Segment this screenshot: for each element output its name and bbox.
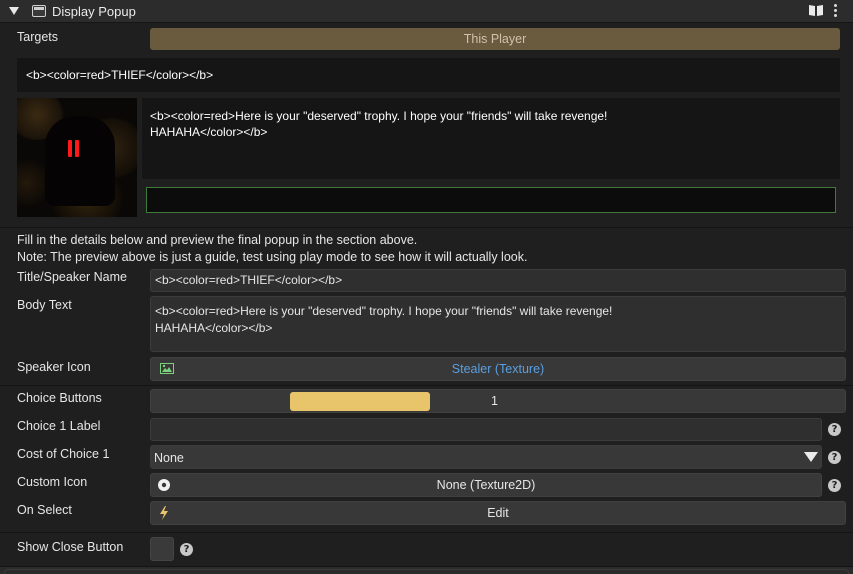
section-divider xyxy=(0,227,853,228)
preview-title: <b><color=red>THIEF</color></b> xyxy=(17,58,840,92)
on-select-label: On Select xyxy=(17,503,72,517)
help-icon[interactable]: ? xyxy=(828,423,841,436)
cost-dropdown-value: None xyxy=(154,451,184,465)
section-divider xyxy=(0,532,853,533)
cost-of-choice-dropdown[interactable]: None xyxy=(150,445,822,469)
horizontal-scrollbar[interactable] xyxy=(4,569,849,574)
slider-fill[interactable] xyxy=(290,392,430,411)
on-select-edit-button[interactable]: Edit xyxy=(150,501,846,525)
cost-of-choice-label: Cost of Choice 1 xyxy=(17,447,110,461)
targets-label: Targets xyxy=(17,30,58,44)
on-select-edit-label: Edit xyxy=(487,506,509,520)
panel-icon xyxy=(32,5,46,17)
help-icon[interactable]: ? xyxy=(828,479,841,492)
choice-buttons-label: Choice Buttons xyxy=(17,391,102,405)
lightning-icon xyxy=(160,506,168,520)
info-text-line-2: Note: The preview above is just a guide,… xyxy=(17,250,528,264)
speaker-icon-field[interactable]: Stealer (Texture) xyxy=(150,357,846,381)
speaker-icon-value: Stealer (Texture) xyxy=(451,362,545,376)
bottom-bar xyxy=(0,566,853,574)
title-speaker-input[interactable]: <b><color=red>THIEF</color></b> xyxy=(150,269,846,292)
object-picker-icon[interactable] xyxy=(157,478,171,492)
choice1-label-label: Choice 1 Label xyxy=(17,419,101,433)
preview-speaker-image xyxy=(17,98,137,217)
preview-body-text: <b><color=red>Here is your "deserved" tr… xyxy=(142,98,840,179)
help-icon[interactable]: ? xyxy=(180,543,193,556)
preview-choice-button[interactable] xyxy=(146,187,836,213)
choice1-label-input[interactable] xyxy=(150,418,822,441)
title-speaker-label: Title/Speaker Name xyxy=(17,270,127,284)
custom-icon-label: Custom Icon xyxy=(17,475,88,489)
targets-button[interactable]: This Player xyxy=(150,28,840,50)
body-text-label: Body Text xyxy=(17,298,72,312)
component-header[interactable]: Display Popup xyxy=(0,0,853,23)
choice-buttons-slider[interactable]: 1 xyxy=(150,389,846,413)
custom-icon-field[interactable]: None (Texture2D) xyxy=(150,473,822,497)
book-icon[interactable] xyxy=(808,4,824,17)
image-icon xyxy=(160,363,174,374)
component-title: Display Popup xyxy=(52,4,136,19)
help-icon[interactable]: ? xyxy=(828,451,841,464)
show-close-label: Show Close Button xyxy=(17,540,124,554)
speaker-icon-label: Speaker Icon xyxy=(17,360,91,374)
dropdown-arrow-icon xyxy=(804,452,818,462)
custom-icon-value: None (Texture2D) xyxy=(436,478,536,492)
kebab-menu-icon[interactable] xyxy=(834,4,837,18)
info-text-line-1: Fill in the details below and preview th… xyxy=(17,233,418,247)
choice-buttons-value: 1 xyxy=(491,394,498,408)
show-close-checkbox[interactable] xyxy=(150,537,174,561)
collapse-caret-icon[interactable] xyxy=(9,7,19,15)
section-divider xyxy=(0,385,853,386)
body-text-input[interactable]: <b><color=red>Here is your "deserved" tr… xyxy=(150,296,846,352)
